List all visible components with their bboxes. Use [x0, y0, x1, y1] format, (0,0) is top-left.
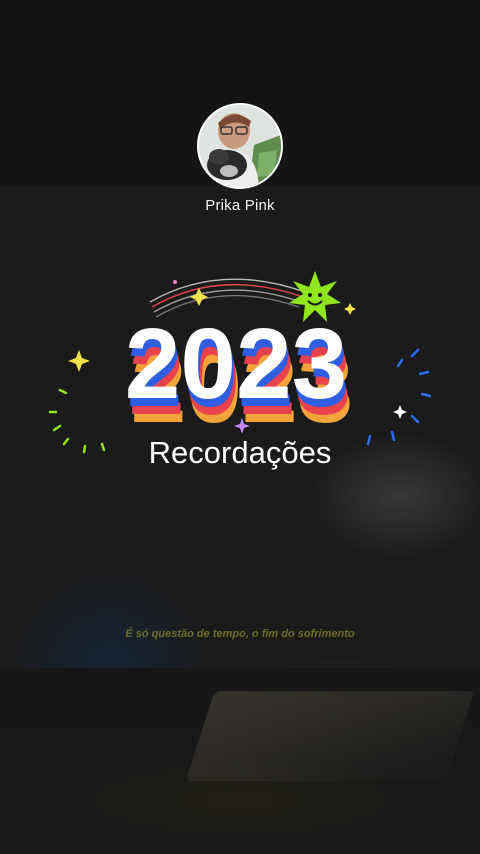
video-caption: É só questão de tempo, o fim do sofrimen…	[125, 628, 355, 640]
avatar-photo-icon	[199, 105, 281, 187]
firework-right-icon	[366, 348, 432, 446]
recap-title: Recordações	[148, 435, 332, 470]
svg-text:2023: 2023	[125, 308, 347, 420]
user-avatar[interactable]	[197, 103, 283, 189]
user-name[interactable]: Prika Pink	[0, 197, 480, 214]
blurred-book	[185, 691, 475, 781]
year-2023: 2023 2023 2023 2023	[125, 308, 353, 444]
